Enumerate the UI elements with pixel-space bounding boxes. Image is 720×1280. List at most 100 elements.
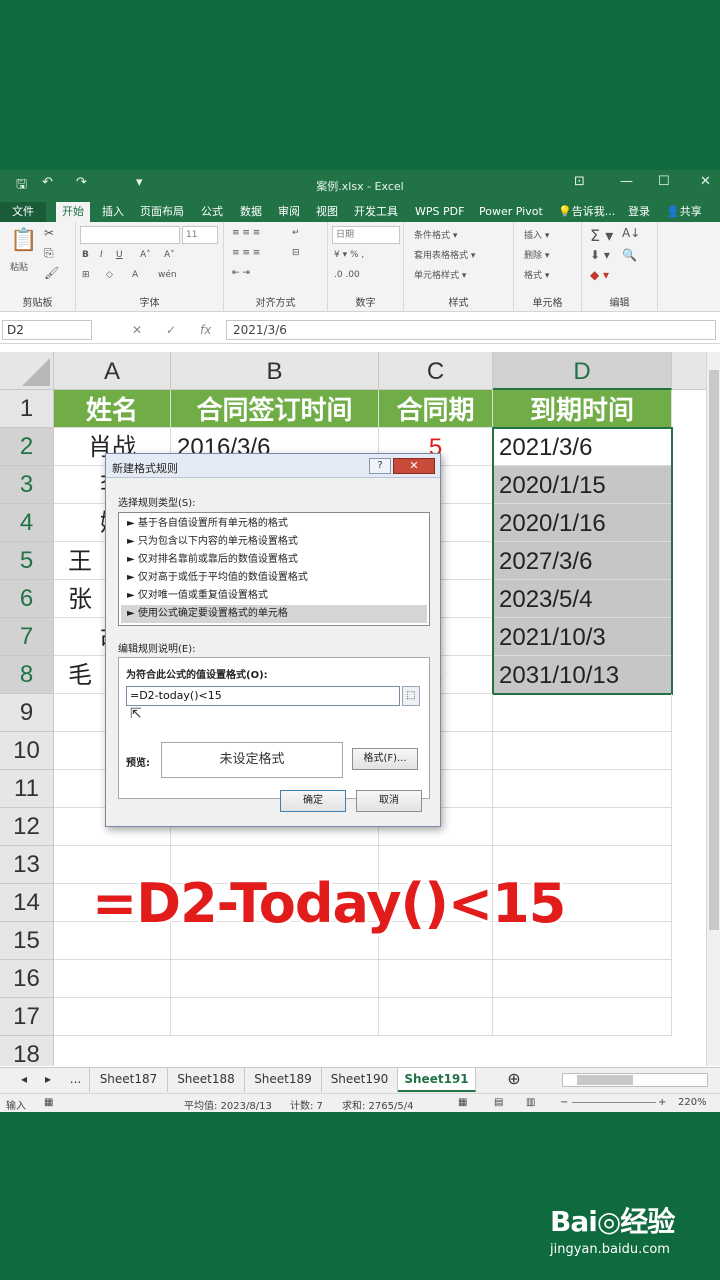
help-icon[interactable]: ? xyxy=(369,458,391,474)
dialog-close-icon[interactable]: ✕ xyxy=(393,458,435,474)
cell-a16[interactable] xyxy=(54,960,171,998)
tab-review[interactable]: 审阅 xyxy=(272,202,306,222)
confirm-entry-icon[interactable]: ✓ xyxy=(166,323,176,337)
row-header-14[interactable]: 14 xyxy=(0,884,54,922)
align-top-icon[interactable]: ≡ ≡ ≡ xyxy=(232,228,260,238)
cell-c16[interactable] xyxy=(379,960,493,998)
ok-button[interactable]: 确定 xyxy=(280,790,346,812)
format-painter-icon[interactable]: 🖌 xyxy=(44,266,59,280)
cell-d8[interactable]: 2031/10/13 xyxy=(493,656,672,694)
align-left-icon[interactable]: ≡ ≡ ≡ xyxy=(232,248,260,258)
zoom-in-icon[interactable]: + xyxy=(658,1097,666,1108)
format-button[interactable]: 格式(F)... xyxy=(352,748,418,770)
row-header-2[interactable]: 2 xyxy=(0,428,54,466)
cell-a1[interactable]: 姓名 xyxy=(54,390,171,428)
column-header-c[interactable]: C xyxy=(379,352,493,390)
tab-formulas[interactable]: 公式 xyxy=(195,202,229,222)
bold-icon[interactable]: B xyxy=(82,250,89,260)
vertical-scroll-thumb[interactable] xyxy=(709,370,719,930)
zoom-slider[interactable] xyxy=(572,1102,656,1103)
border-icon[interactable]: ⊞ xyxy=(82,270,90,280)
rule-type-item[interactable]: ► 仅对高于或低于平均值的数值设置格式 xyxy=(121,569,427,587)
sheet-tab-191[interactable]: Sheet191 xyxy=(398,1068,476,1092)
row-header-5[interactable]: 5 xyxy=(0,542,54,580)
cut-icon[interactable]: ✂ xyxy=(44,226,54,240)
sheet-next-icon[interactable]: ▸ xyxy=(38,1068,58,1092)
row-header-17[interactable]: 17 xyxy=(0,998,54,1036)
row-header-12[interactable]: 12 xyxy=(0,808,54,846)
cancel-entry-icon[interactable]: ✕ xyxy=(132,323,142,337)
cell-b1[interactable]: 合同签订时间 xyxy=(171,390,379,428)
merge-icon[interactable]: ⊟ xyxy=(292,248,300,258)
underline-icon[interactable]: U xyxy=(116,250,123,260)
add-sheet-icon[interactable]: ⊕ xyxy=(500,1068,528,1092)
row-header-10[interactable]: 10 xyxy=(0,732,54,770)
clear-icon[interactable]: ◆ ▾ xyxy=(590,268,609,282)
cell-d17[interactable] xyxy=(493,998,672,1036)
cancel-button[interactable]: 取消 xyxy=(356,790,422,812)
copy-icon[interactable]: ⎘ xyxy=(44,246,54,261)
shrink-font-icon[interactable]: A˅ xyxy=(164,250,175,260)
column-header-b[interactable]: B xyxy=(171,352,379,390)
indent-icon[interactable]: ⇤ ⇥ xyxy=(232,268,250,278)
format-as-table-button[interactable]: 套用表格格式 ▾ xyxy=(414,248,475,261)
sign-in-link[interactable]: 登录 xyxy=(622,202,656,222)
sort-filter-icon[interactable]: A↓ xyxy=(622,226,640,240)
tab-view[interactable]: 视图 xyxy=(310,202,344,222)
row-header-4[interactable]: 4 xyxy=(0,504,54,542)
font-color-icon[interactable]: A xyxy=(132,270,138,280)
select-all-corner[interactable] xyxy=(0,352,54,390)
cell-d10[interactable] xyxy=(493,732,672,770)
row-header-8[interactable]: 8 xyxy=(0,656,54,694)
vertical-scrollbar[interactable] xyxy=(706,352,720,1066)
page-break-view-icon[interactable]: ▥ xyxy=(526,1097,535,1108)
cell-d9[interactable] xyxy=(493,694,672,732)
cell-b16[interactable] xyxy=(171,960,379,998)
number-format-box[interactable]: 日期 xyxy=(332,226,400,244)
cell-d16[interactable] xyxy=(493,960,672,998)
cell-styles-button[interactable]: 单元格样式 ▾ xyxy=(414,268,466,281)
fill-color-icon[interactable]: ◇ xyxy=(106,270,113,280)
zoom-level[interactable]: 220% xyxy=(678,1097,707,1108)
format-cells-button[interactable]: 格式 ▾ xyxy=(524,268,549,281)
tab-wps-pdf[interactable]: WPS PDF xyxy=(409,202,470,222)
row-header-18[interactable]: 18 xyxy=(0,1036,54,1066)
ribbon-display-icon[interactable]: ⊡ xyxy=(574,174,585,189)
insert-function-icon[interactable]: fx xyxy=(200,323,211,337)
minimize-icon[interactable]: — xyxy=(620,174,633,189)
horizontal-scroll-thumb[interactable] xyxy=(577,1075,633,1085)
row-header-7[interactable]: 7 xyxy=(0,618,54,656)
column-header-e[interactable] xyxy=(672,352,706,390)
dialog-title-bar[interactable]: 新建格式规则 ? ✕ xyxy=(106,454,440,478)
row-header-15[interactable]: 15 xyxy=(0,922,54,960)
font-size-box[interactable]: 11 xyxy=(182,226,218,244)
formula-input[interactable]: 2021/3/6 xyxy=(226,320,716,340)
normal-view-icon[interactable]: ▦ xyxy=(458,1097,467,1108)
cell-d6[interactable]: 2023/5/4 xyxy=(493,580,672,618)
page-layout-view-icon[interactable]: ▤ xyxy=(494,1097,503,1108)
find-icon[interactable]: 🔍 xyxy=(622,248,637,262)
currency-icon[interactable]: ¥ ▾ % , xyxy=(334,250,364,260)
horizontal-scrollbar[interactable] xyxy=(562,1073,708,1087)
cell-d11[interactable] xyxy=(493,770,672,808)
delete-cells-button[interactable]: 删除 ▾ xyxy=(524,248,549,261)
column-header-a[interactable]: A xyxy=(54,352,171,390)
tab-page-layout[interactable]: 页面布局 xyxy=(134,202,190,222)
tab-home[interactable]: 开始 xyxy=(56,202,90,222)
cell-d2[interactable]: 2021/3/6 xyxy=(493,428,672,466)
phonetic-icon[interactable]: wén xyxy=(158,270,177,280)
row-header-13[interactable]: 13 xyxy=(0,846,54,884)
tab-data[interactable]: 数据 xyxy=(234,202,268,222)
rule-type-item-selected[interactable]: ► 使用公式确定要设置格式的单元格 xyxy=(121,605,427,623)
rule-formula-input[interactable]: =D2-today()<15 xyxy=(126,686,400,706)
row-header-1[interactable]: 1 xyxy=(0,390,54,428)
cell-d3[interactable]: 2020/1/15 xyxy=(493,466,672,504)
row-header-16[interactable]: 16 xyxy=(0,960,54,998)
cell-b17[interactable] xyxy=(171,998,379,1036)
cell-d12[interactable] xyxy=(493,808,672,846)
name-box[interactable]: D2 xyxy=(2,320,92,340)
autosum-icon[interactable]: Σ ▾ xyxy=(590,226,613,245)
row-header-9[interactable]: 9 xyxy=(0,694,54,732)
row-header-11[interactable]: 11 xyxy=(0,770,54,808)
sheet-tab-190[interactable]: Sheet190 xyxy=(322,1068,398,1092)
